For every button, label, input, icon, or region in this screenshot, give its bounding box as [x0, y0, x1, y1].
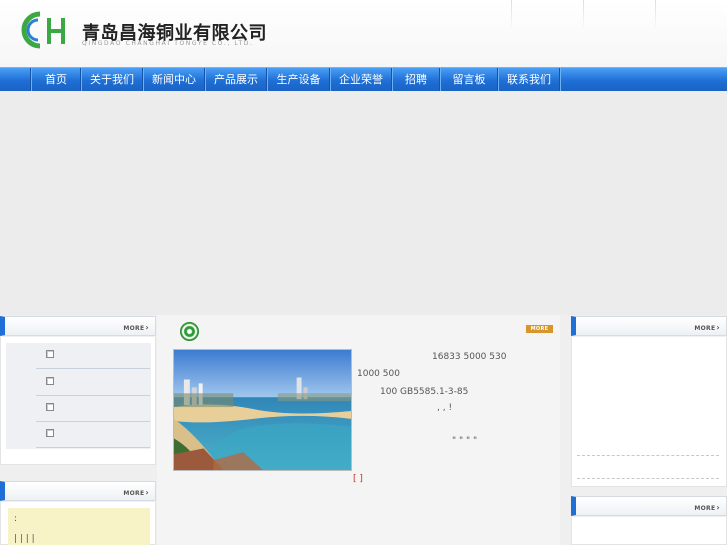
more-link[interactable]: MORE — [123, 488, 149, 497]
company-logo[interactable] — [14, 10, 70, 50]
list-item[interactable] — [36, 396, 150, 422]
checkbox-icon[interactable] — [46, 377, 54, 385]
intro-text-line: " " " " — [452, 436, 478, 446]
list-item[interactable] — [36, 370, 150, 396]
checkbox-icon[interactable] — [46, 403, 54, 411]
nav-item-about[interactable]: 关于我们 — [82, 68, 142, 91]
header-divider — [655, 0, 656, 34]
detail-link[interactable]: [ ] — [353, 474, 363, 484]
list-divider — [577, 455, 719, 456]
list-item[interactable] — [36, 422, 150, 448]
header-divider — [583, 0, 584, 34]
site-header: 青岛昌海铜业有限公司 QINGDAO CHANGHAI TONGYE CO., … — [0, 0, 727, 67]
contact-panel: : | | | | — [8, 508, 150, 545]
intro-text-line: , , ! — [437, 403, 453, 413]
right-box-body — [571, 337, 727, 487]
more-button[interactable]: MORE — [526, 325, 553, 333]
nav-item-honors[interactable]: 企业荣誉 — [331, 68, 391, 91]
right-box-title-bar: MORE — [571, 316, 727, 336]
main-navigation: 首页 关于我们 新闻中心 产品展示 生产设备 企业荣誉 招聘 留言板 联系我们 — [0, 67, 727, 91]
contact-links[interactable]: | | | | — [14, 534, 35, 544]
checkbox-icon[interactable] — [46, 429, 54, 437]
city-beach-photo[interactable] — [173, 349, 352, 471]
header-divider — [511, 0, 512, 34]
nav-item-products[interactable]: 产品展示 — [206, 68, 266, 91]
list-divider — [577, 478, 719, 479]
nav-item-equipment[interactable]: 生产设备 — [268, 68, 329, 91]
contact-text: : — [14, 514, 18, 524]
intro-text-line: 1000 500 — [357, 369, 400, 379]
nav-item-home[interactable]: 首页 — [32, 68, 80, 91]
checkbox-icon[interactable] — [46, 350, 54, 358]
more-link[interactable]: MORE — [694, 503, 720, 512]
nav-item-jobs[interactable]: 招聘 — [393, 68, 439, 91]
nav-item-contact[interactable]: 联系我们 — [499, 68, 559, 91]
right-box-2-title-bar: MORE — [571, 496, 727, 516]
target-icon — [180, 322, 199, 341]
company-name-english: QINGDAO CHANGHAI TONGYE CO., LTD. — [82, 40, 254, 47]
more-link[interactable]: MORE — [694, 323, 720, 332]
banner-area — [0, 91, 727, 315]
intro-text-line: 16833 5000 530 — [432, 352, 507, 362]
left-box-2-title-bar: MORE — [0, 481, 156, 501]
intro-text-line: 100 GB5585.1-3-85 — [380, 387, 469, 397]
list-item[interactable] — [36, 343, 150, 369]
right-box-2-body — [571, 517, 727, 545]
nav-divider — [559, 68, 561, 91]
nav-item-guestbook[interactable]: 留言板 — [441, 68, 497, 91]
more-link[interactable]: MORE — [123, 323, 149, 332]
nav-item-news[interactable]: 新闻中心 — [144, 68, 204, 91]
left-box-title-bar: MORE — [0, 316, 156, 336]
